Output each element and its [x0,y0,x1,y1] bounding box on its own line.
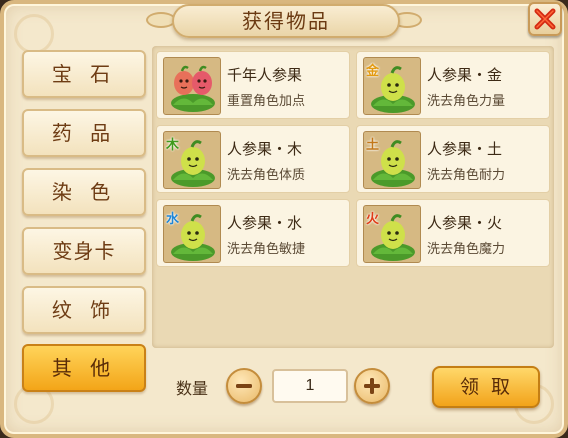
item-slot[interactable]: 千年人参果 重置角色加点 [156,51,350,119]
claim-button-label: 领取 [459,376,522,398]
window-title: 获得物品 [242,9,330,33]
element-badge: 木 [166,138,180,153]
tab-other[interactable]: 其 他 [22,344,146,392]
item-slot[interactable]: 火 人参果・火 洗去角色魔力 [356,199,550,267]
item-slot[interactable]: 土 人参果・土 洗去角色耐力 [356,125,550,193]
quantity-input[interactable]: 1 [272,369,348,403]
tab-label: 宝 石 [51,62,117,86]
tab-transform-card[interactable]: 变身卡 [22,227,146,275]
item-description: 重置角色加点 [227,94,306,109]
item-list: 千年人参果 重置角色加点 金 人参果・金 洗去角色力量 木 人参果・木 洗去角色… [152,46,554,348]
item-name: 人参果・木 [227,140,303,158]
element-badge: 火 [366,212,380,227]
item-description: 洗去角色力量 [427,94,506,109]
window-title-plate: 获得物品 [172,4,400,38]
element-badge: 金 [366,64,380,79]
tab-ornament[interactable]: 纹 饰 [22,286,146,334]
item-description: 洗去角色魔力 [427,242,506,257]
tab-label: 其 他 [51,356,117,380]
item-description: 洗去角色敏捷 [227,242,306,257]
tab-label: 染 色 [51,180,117,204]
element-badge: 土 [366,138,380,153]
twin-ginseng-fruit-icon [171,65,215,112]
element-badge: 水 [166,212,180,227]
item-description: 洗去角色耐力 [427,168,506,183]
item-icon-frame: 水 [163,205,221,263]
quantity-label: 数量 [176,379,209,398]
item-icon-frame: 土 [363,131,421,189]
item-name: 人参果・土 [427,140,503,158]
tab-label: 变身卡 [52,239,116,263]
close-button[interactable] [528,2,562,36]
item-icon-frame: 木 [163,131,221,189]
item-slot[interactable]: 水 人参果・水 洗去角色敏捷 [156,199,350,267]
corner-ornament [14,14,54,54]
increase-quantity-button[interactable] [354,368,390,404]
tab-label: 纹 饰 [51,298,117,322]
item-icon-frame: 金 [363,57,421,115]
item-name: 人参果・火 [427,214,503,232]
tab-medicine[interactable]: 药 品 [22,109,146,157]
item-slot[interactable]: 木 人参果・木 洗去角色体质 [156,125,350,193]
item-icon-frame [163,57,221,115]
minus-icon [236,384,252,388]
item-slot[interactable]: 金 人参果・金 洗去角色力量 [356,51,550,119]
item-name: 人参果・水 [227,214,303,232]
item-icon-frame: 火 [363,205,421,263]
claim-button[interactable]: 领取 [432,366,540,408]
item-description: 洗去角色体质 [227,168,306,183]
item-name: 人参果・金 [427,66,503,84]
tab-dye[interactable]: 染 色 [22,168,146,216]
close-x-icon [534,8,556,30]
plus-icon [364,378,380,394]
tab-gems[interactable]: 宝 石 [22,50,146,98]
item-name: 千年人参果 [227,66,303,84]
decrease-quantity-button[interactable] [226,368,262,404]
tab-label: 药 品 [51,121,117,145]
